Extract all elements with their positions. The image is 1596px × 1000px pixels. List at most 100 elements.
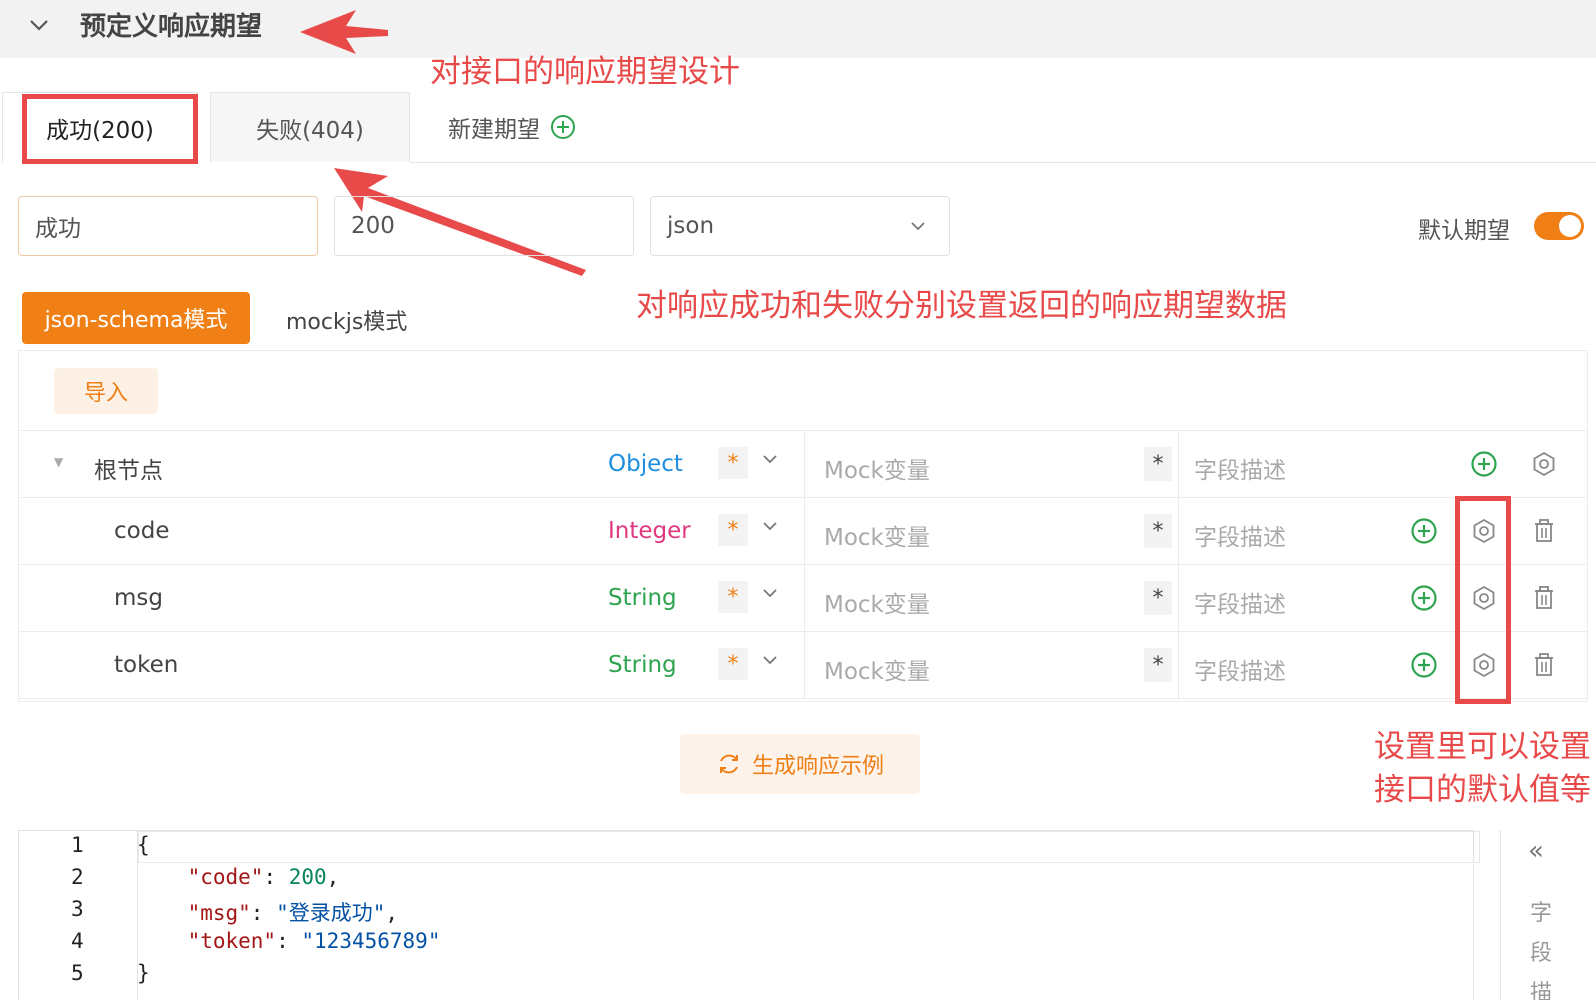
mock-variable-input[interactable]: Mock变量 <box>824 585 930 619</box>
field-name[interactable]: code <box>114 518 169 544</box>
settings-icon[interactable] <box>1530 450 1558 478</box>
chevron-down-icon <box>911 222 925 231</box>
line-number: 5 <box>71 961 84 985</box>
expectation-name-field[interactable]: 成功 <box>18 196 318 256</box>
arrow-to-title <box>300 10 388 54</box>
code-token: , <box>385 901 399 925</box>
tab-mockjs-mode[interactable]: mockjs模式 <box>286 304 407 336</box>
code-line: { <box>137 833 150 857</box>
annotation-success-fail: 对响应成功和失败分别设置返回的响应期望数据 <box>636 288 1287 324</box>
field-name[interactable]: token <box>114 652 178 678</box>
highlight-box-settings <box>1455 496 1511 704</box>
tab-json-schema-mode[interactable]: json-schema模式 <box>22 292 250 344</box>
line-number: 3 <box>71 897 84 921</box>
code-token: "登录成功" <box>276 901 386 925</box>
required-toggle[interactable]: * <box>718 648 748 680</box>
code-token: } <box>137 961 150 985</box>
column-divider <box>804 632 805 700</box>
code-token: "token" <box>187 929 277 953</box>
code-editor[interactable]: 1 {2 "code": 200, 3 "msg": "登录成功", 4 "token… <box>18 830 1480 1000</box>
mock-variable-input[interactable]: Mock变量 <box>824 518 930 552</box>
field-description-input[interactable]: 字段描述 <box>1194 518 1286 552</box>
field-type[interactable]: Integer <box>608 518 691 544</box>
code-token: "msg" <box>187 901 251 925</box>
mock-variable-input[interactable]: Mock变量 <box>824 451 930 485</box>
content-type-select[interactable]: json <box>650 196 950 256</box>
mock-options-button[interactable]: * <box>1144 581 1172 615</box>
field-type[interactable]: String <box>608 585 677 611</box>
schema-root-row: ▼ 根节点 Object * Mock变量 * 字段描述 <box>18 430 1588 499</box>
field-name[interactable]: msg <box>114 585 163 611</box>
code-line: "msg": "登录成功", <box>137 897 398 927</box>
mock-options-button[interactable]: * <box>1144 648 1172 682</box>
mock-options-button[interactable]: * <box>1144 447 1172 481</box>
schema-field-row: code Integer * Mock变量 * 字段描述 <box>18 497 1588 566</box>
column-divider <box>804 431 805 499</box>
field-description-input[interactable]: 字段描述 <box>1194 585 1286 619</box>
line-number: 2 <box>71 865 84 889</box>
column-divider <box>804 565 805 633</box>
add-field-icon[interactable] <box>1410 517 1438 545</box>
delete-icon[interactable] <box>1530 517 1558 545</box>
line-number: 1 <box>71 833 84 857</box>
schema-field-row: token String * Mock变量 * 字段描述 <box>18 631 1588 700</box>
required-toggle[interactable]: * <box>718 447 748 479</box>
field-description-input[interactable]: 字段描述 <box>1194 652 1286 686</box>
highlight-box-tab <box>22 94 198 164</box>
mock-variable-input[interactable]: Mock变量 <box>824 652 930 686</box>
field-description-panel-label: 字段描 <box>1530 901 1553 1000</box>
column-divider <box>1178 565 1179 633</box>
column-divider <box>1178 431 1179 499</box>
add-field-icon[interactable] <box>1410 584 1438 612</box>
status-code-field[interactable]: 200 <box>334 196 634 256</box>
field-type[interactable]: String <box>608 652 677 678</box>
required-toggle[interactable]: * <box>718 514 748 546</box>
default-expectation-label: 默认期望 <box>1418 218 1510 244</box>
default-expectation-toggle[interactable] <box>1534 212 1584 240</box>
schema-table-bottom-border <box>18 698 1588 699</box>
schema-field-row: msg String * Mock变量 * 字段描述 <box>18 564 1588 633</box>
code-line: } <box>137 961 150 985</box>
chevron-down-icon[interactable] <box>760 449 780 469</box>
column-divider <box>804 498 805 566</box>
collapse-left-icon[interactable]: « <box>1528 836 1544 866</box>
code-token: "code" <box>187 865 264 889</box>
field-description-input[interactable]: 字段描述 <box>1194 451 1286 485</box>
delete-icon[interactable] <box>1530 584 1558 612</box>
generate-example-button[interactable]: 生成响应示例 <box>680 734 920 794</box>
expand-triangle-icon[interactable]: ▼ <box>54 455 63 469</box>
content-type-value: json <box>667 213 715 239</box>
line-number: 4 <box>71 929 84 953</box>
delete-icon[interactable] <box>1530 651 1558 679</box>
refresh-icon <box>719 754 738 774</box>
new-expectation-button[interactable]: 新建期望 <box>448 110 576 144</box>
mock-options-button[interactable]: * <box>1144 514 1172 548</box>
code-token: 200 <box>288 865 327 889</box>
import-button[interactable]: 导入 <box>54 368 158 414</box>
code-token: : <box>250 901 277 925</box>
column-divider <box>1178 632 1179 700</box>
field-type[interactable]: Object <box>608 451 683 477</box>
code-token: : <box>276 929 302 953</box>
generate-example-label: 生成响应示例 <box>751 754 884 779</box>
add-child-icon[interactable] <box>1470 450 1498 478</box>
tab-fail[interactable]: 失败(404) <box>210 92 410 162</box>
new-expectation-label: 新建期望 <box>448 117 540 143</box>
code-token: : <box>263 865 289 889</box>
code-line: "token": "123456789" <box>137 929 441 953</box>
required-toggle[interactable]: * <box>718 581 748 613</box>
toggle-knob <box>1559 215 1581 237</box>
field-name[interactable]: 根节点 <box>94 451 163 485</box>
annotation-settings: 设置里可以设置接口的默认值等 <box>1374 729 1591 808</box>
plus-circle-icon <box>551 115 575 139</box>
chevron-down-icon[interactable] <box>760 583 780 603</box>
chevron-down-icon[interactable] <box>760 516 780 536</box>
chevron-down-icon[interactable] <box>760 650 780 670</box>
tabs-divider <box>410 162 1596 163</box>
code-token: , <box>326 865 340 889</box>
annotation-design: 对接口的响应期望设计 <box>430 54 740 90</box>
add-field-icon[interactable] <box>1410 651 1438 679</box>
